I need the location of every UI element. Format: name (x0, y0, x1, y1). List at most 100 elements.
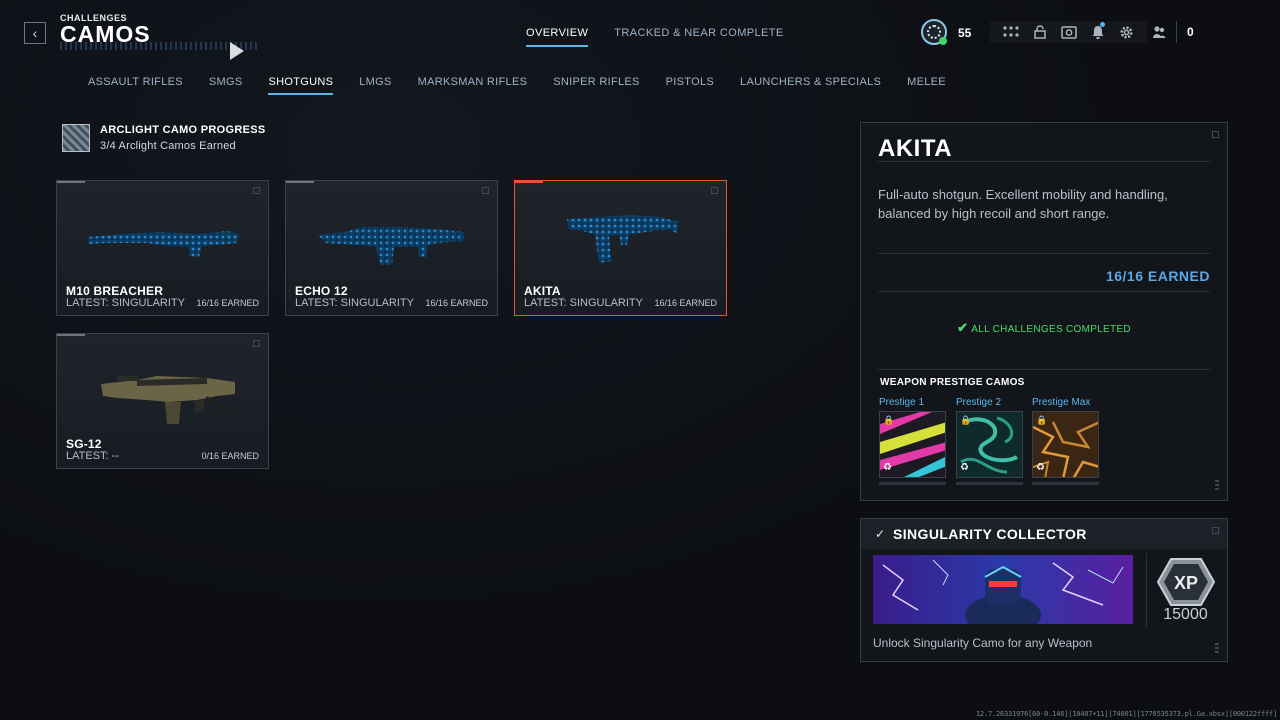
prestige-progress-bar (956, 482, 1023, 485)
panel-grip-icon (1215, 480, 1219, 492)
divider (878, 369, 1210, 370)
weapon-earned-count: 0/16 EARNED (201, 451, 259, 461)
lock-icon: 🔒 (1036, 415, 1048, 425)
prestige-progress-bar (1032, 482, 1099, 485)
panel-grip-icon (1215, 643, 1219, 655)
shotgun-akita-image (567, 215, 679, 263)
svg-text:XP: XP (1174, 573, 1198, 593)
card-progress-bar (57, 181, 85, 183)
tab-launchers-specials[interactable]: LAUNCHERS & SPECIALS (740, 76, 881, 95)
divider (878, 253, 1210, 254)
card-progress-bar (286, 181, 314, 183)
xp-amount: 15000 (1163, 606, 1208, 623)
friends-icon[interactable] (1148, 22, 1170, 42)
tab-shotguns[interactable]: SHOTGUNS (268, 76, 334, 95)
notification-dot (1100, 22, 1105, 27)
apps-grid-icon[interactable] (996, 22, 1025, 42)
divider (1176, 21, 1177, 43)
challenges-complete-status: ✔ ALL CHALLENGES COMPLETED (861, 320, 1227, 336)
weapon-card-sg-12[interactable]: SG-12 LATEST: -- 0/16 EARNED (56, 333, 269, 469)
online-status-dot (939, 37, 947, 45)
weapon-name: AKITA (524, 284, 561, 298)
collector-description: Unlock Singularity Camo for any Weapon (873, 636, 1093, 650)
chevron-left-icon: ‹ (32, 25, 38, 41)
panel-corner-icon (1212, 527, 1219, 534)
prestige-camos-title: WEAPON PRESTIGE CAMOS (880, 377, 1025, 388)
cycle-icon: ♻ (1036, 462, 1045, 473)
prestige-camo-image: 🔒 ♻ (1032, 411, 1099, 478)
singularity-banner-image (873, 555, 1133, 624)
shotgun-sg-12-image (101, 376, 235, 424)
weapon-latest-camo: LATEST: -- (66, 450, 119, 462)
lock-icon: 🔒 (883, 415, 895, 425)
cycle-icon: ♻ (883, 462, 892, 473)
weapon-earned-count: 16/16 EARNED (196, 298, 259, 308)
tab-assault-rifles[interactable]: ASSAULT RIFLES (88, 76, 183, 95)
arclight-camo-icon (62, 124, 90, 152)
prestige-progress-bar (879, 482, 946, 485)
checkmark-icon: ✔ (957, 320, 969, 335)
tab-sniper-rifles[interactable]: SNIPER RIFLES (553, 76, 639, 95)
prestige-camo-2[interactable]: Prestige 2 🔒 ♻ (956, 397, 1024, 485)
weapon-category-tabs: ASSAULT RIFLES SMGS SHOTGUNS LMGS MARKSM… (88, 76, 946, 95)
card-progress-bar (57, 334, 85, 336)
top-tabs: OVERVIEW TRACKED & NEAR COMPLETE (526, 27, 784, 47)
weapon-earned-count: 16/16 EARNED (654, 298, 717, 308)
tab-overview[interactable]: OVERVIEW (526, 27, 589, 47)
tab-pistols[interactable]: PISTOLS (666, 76, 714, 95)
divider (878, 291, 1210, 292)
weapon-latest-camo: LATEST: SINGULARITY (524, 297, 643, 309)
prestige-camo-max[interactable]: Prestige Max 🔒 ♻ (1032, 397, 1100, 485)
singularity-collector-panel[interactable]: ✓ SINGULARITY COLLECTOR XP 15000 Unlock … (860, 518, 1228, 662)
tab-smgs[interactable]: SMGS (209, 76, 243, 95)
panel-corner-icon (1212, 131, 1219, 138)
prestige-camo-1[interactable]: Prestige 1 🔒 ♻ (879, 397, 947, 485)
detail-weapon-name: AKITA (878, 135, 953, 162)
friends-area: 0 (1148, 21, 1194, 43)
prestige-label: Prestige 1 (879, 397, 925, 408)
tab-melee[interactable]: MELEE (907, 76, 946, 95)
check-icon: ✓ (875, 527, 886, 541)
weapon-card-echo-12[interactable]: ECHO 12 LATEST: SINGULARITY 16/16 EARNED (285, 180, 498, 316)
tab-lmgs[interactable]: LMGS (359, 76, 391, 95)
camera-icon[interactable] (1054, 22, 1083, 42)
weapon-latest-camo: LATEST: SINGULARITY (295, 297, 414, 309)
card-corner-icon (253, 187, 260, 194)
shotgun-m10-breacher-image (87, 231, 239, 257)
player-level-badge[interactable] (921, 19, 947, 45)
back-button[interactable]: ‹ (24, 22, 46, 44)
rank-emblem-icon (927, 25, 941, 39)
build-version-string: 12.7.26331976[60-0.146][10407+11][74001]… (975, 710, 1277, 718)
weapon-name: SG-12 (66, 437, 102, 451)
cycle-icon: ♻ (960, 462, 969, 473)
weapon-earned-count: 16/16 EARNED (425, 298, 488, 308)
arclight-progress-subtitle: 3/4 Arclight Camos Earned (100, 140, 236, 152)
prestige-camo-image: 🔒 ♻ (879, 411, 946, 478)
card-corner-icon (253, 340, 260, 347)
collector-title: SINGULARITY COLLECTOR (893, 526, 1087, 542)
friend-count: 0 (1187, 25, 1194, 39)
weapon-latest-camo: LATEST: SINGULARITY (66, 297, 185, 309)
player-level: 55 (958, 26, 972, 40)
mouse-cursor-icon (230, 42, 244, 60)
prestige-label: Prestige 2 (956, 397, 1002, 408)
divider (878, 161, 1210, 162)
weapon-card-m10-breacher[interactable]: M10 BREACHER LATEST: SINGULARITY 16/16 E… (56, 180, 269, 316)
weapon-card-akita[interactable]: AKITA LATEST: SINGULARITY 16/16 EARNED (514, 180, 727, 316)
card-progress-bar (515, 181, 543, 183)
card-corner-icon (482, 187, 489, 194)
detail-earned-count: 16/16 EARNED (1105, 268, 1210, 284)
weapon-detail-panel: AKITA Full-auto shotgun. Excellent mobil… (860, 122, 1228, 501)
xp-reward: XP 15000 (1146, 553, 1224, 627)
tab-marksman-rifles[interactable]: MARKSMAN RIFLES (418, 76, 528, 95)
store-lock-icon[interactable] (1025, 22, 1054, 42)
card-corner-icon (711, 187, 718, 194)
arclight-progress-title: ARCLIGHT CAMO PROGRESS (100, 124, 266, 136)
gear-icon[interactable] (1112, 22, 1141, 42)
shotgun-echo-12-image (318, 227, 464, 265)
notification-bell-icon[interactable] (1083, 22, 1112, 42)
prestige-camo-image: 🔒 ♻ (956, 411, 1023, 478)
weapon-name: ECHO 12 (295, 284, 348, 298)
tab-tracked-near-complete[interactable]: TRACKED & NEAR COMPLETE (614, 27, 783, 47)
lock-icon: 🔒 (960, 415, 972, 425)
